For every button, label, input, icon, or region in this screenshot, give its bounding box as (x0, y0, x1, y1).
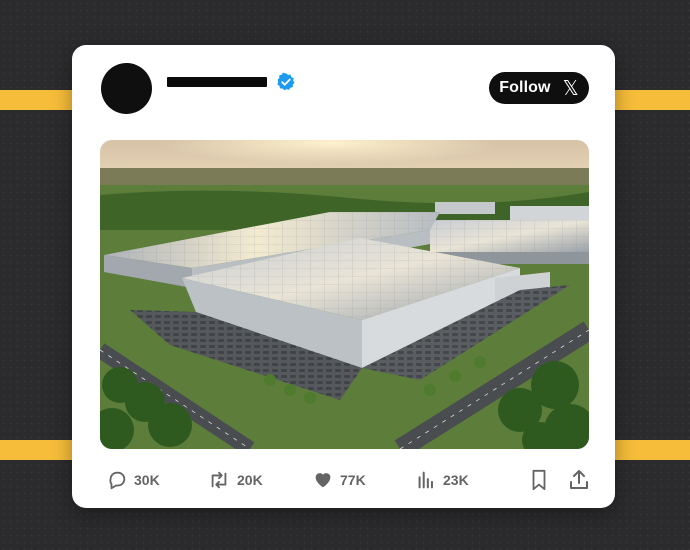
repost-button[interactable]: 20K (207, 467, 263, 493)
verified-badge-icon (277, 72, 295, 91)
like-count: 77K (340, 472, 366, 488)
heart-icon (315, 473, 331, 488)
reply-icon (109, 471, 126, 490)
views-count: 23K (443, 472, 469, 488)
like-button[interactable]: 77K (312, 467, 366, 493)
views-button[interactable]: 23K (415, 467, 469, 493)
action-bar: 30K 20K 77K 23K (106, 467, 591, 493)
bookmark-button[interactable] (528, 467, 550, 493)
reply-count: 30K (134, 472, 160, 488)
reply-button[interactable]: 30K (106, 467, 160, 493)
x-logo-icon: 𝕏 (562, 76, 579, 100)
share-icon (570, 470, 588, 489)
share-button[interactable] (567, 467, 591, 493)
bookmark-icon (532, 469, 546, 491)
repost-count: 20K (237, 472, 263, 488)
post-image[interactable] (100, 140, 589, 449)
repost-icon (211, 471, 227, 489)
views-chart-icon (418, 471, 433, 489)
avatar[interactable] (101, 63, 152, 114)
follow-button-label: Follow (499, 79, 551, 96)
follow-button[interactable]: Follow 𝕏 (489, 72, 589, 104)
post-card: Follow 𝕏 30K 20K 77K 23K (72, 45, 615, 508)
redacted-username[interactable] (167, 77, 267, 87)
